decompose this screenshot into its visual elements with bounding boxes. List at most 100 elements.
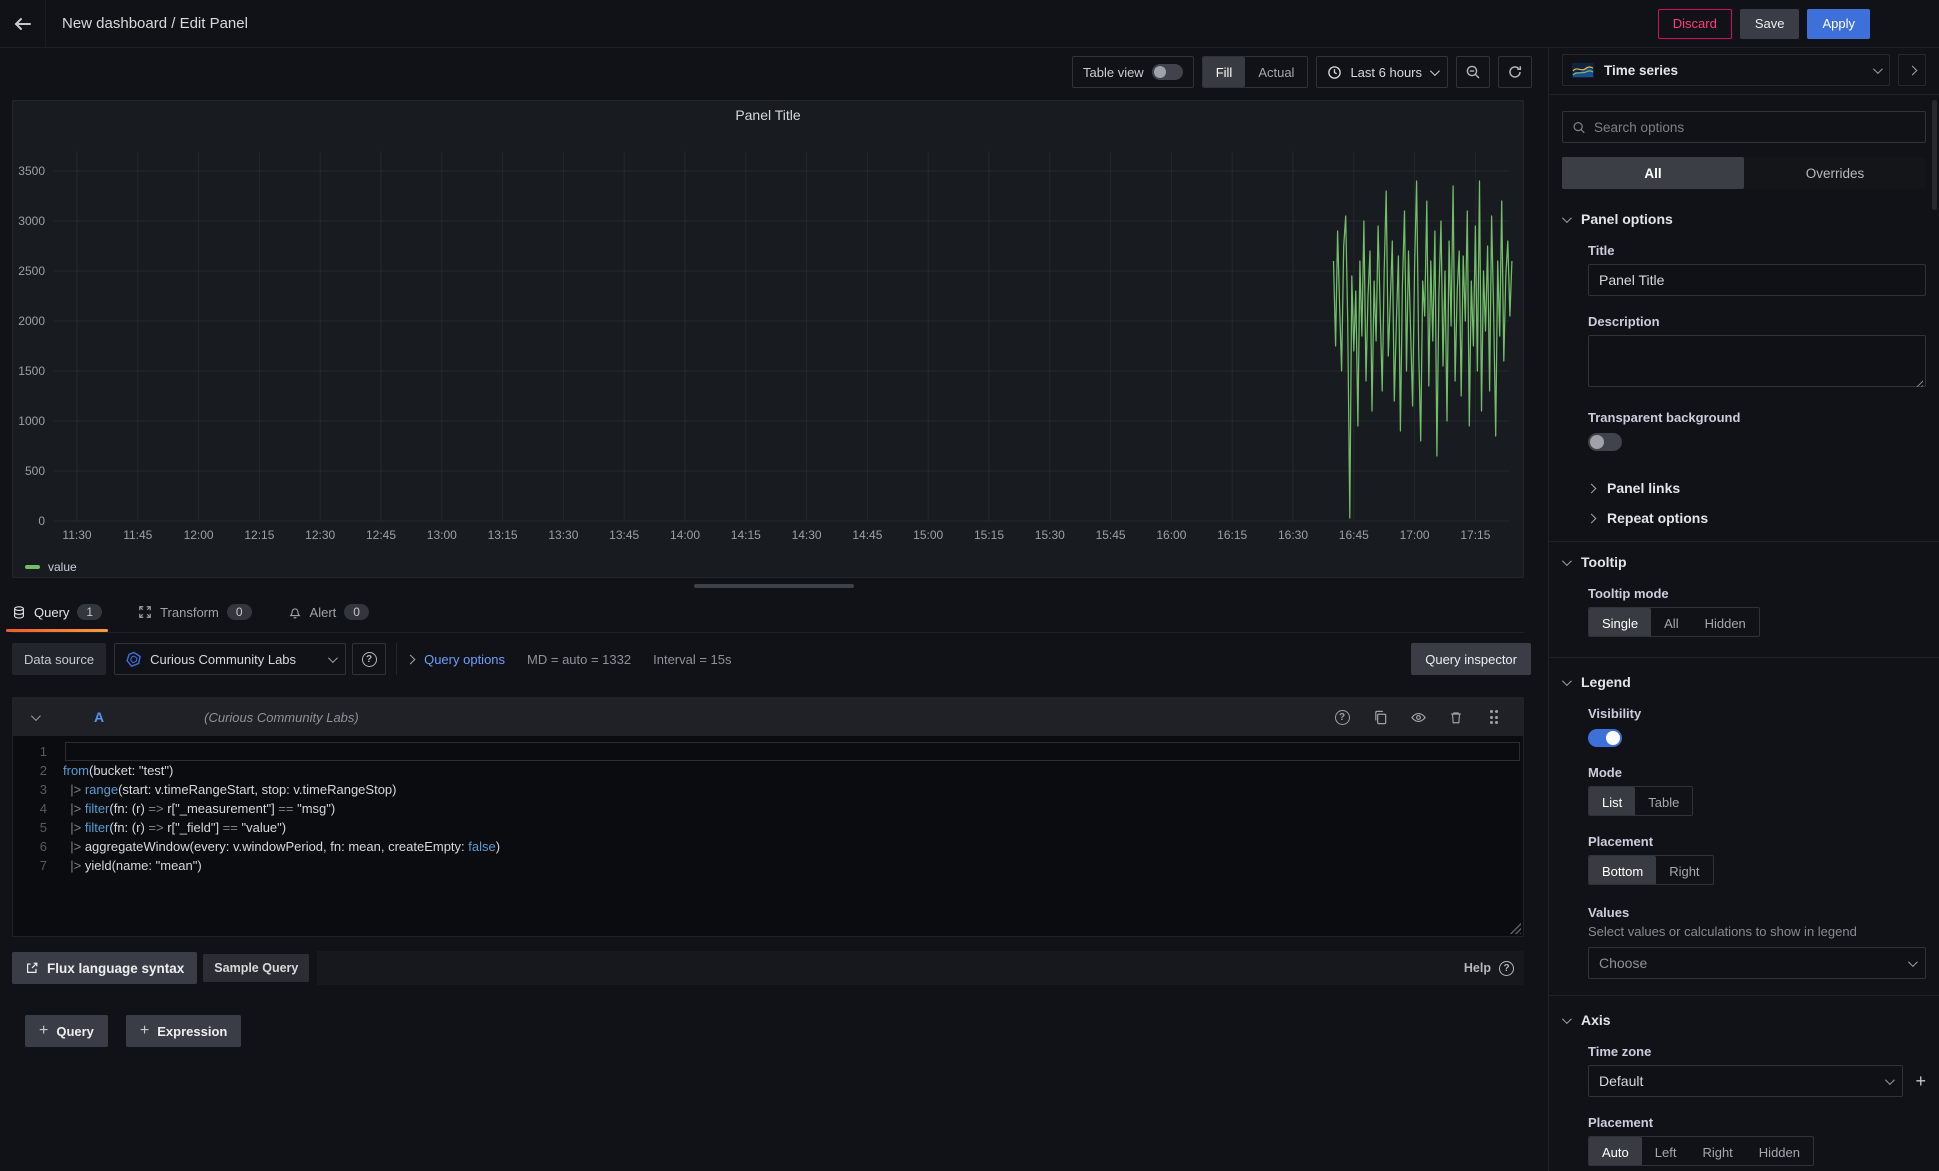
code-text: |> filter(fn: (r) => r["_measurement"] =… (63, 799, 335, 818)
legend-series-swatch (25, 565, 40, 569)
flux-syntax-button[interactable]: Flux language syntax (12, 952, 197, 984)
current-line-highlight (65, 742, 1520, 761)
drag-query-handle[interactable] (1483, 706, 1505, 728)
editor-resize-corner[interactable] (1509, 922, 1521, 934)
legend-series-label[interactable]: value (48, 560, 77, 574)
option-table[interactable]: Table (1635, 787, 1692, 816)
options-tab-overrides[interactable]: Overrides (1744, 157, 1926, 189)
options-search (1562, 111, 1926, 143)
chevron-right-icon (1587, 513, 1597, 523)
panel-resize-handle[interactable] (694, 584, 854, 588)
collapse-sidebar-button[interactable] (1898, 54, 1926, 86)
option-right[interactable]: Right (1689, 1137, 1745, 1166)
line-number: 6 (13, 837, 63, 856)
svg-text:12:45: 12:45 (366, 528, 396, 542)
save-button[interactable]: Save (1740, 9, 1800, 39)
influxdb-logo-icon (125, 651, 142, 668)
add-expression-button[interactable]: + Expression (126, 1015, 241, 1047)
tab-alert-count: 0 (344, 604, 369, 620)
tab-alert[interactable]: Alert 0 (288, 592, 369, 632)
hide-query-button[interactable] (1407, 706, 1429, 728)
option-hidden[interactable]: Hidden (1692, 608, 1759, 637)
discard-button[interactable]: Discard (1658, 9, 1732, 39)
timezone-select[interactable]: Default (1588, 1065, 1903, 1097)
repeat-options-row[interactable]: Repeat options (1588, 503, 1926, 533)
chart-legend: value (13, 556, 1523, 578)
collapse-query-icon[interactable] (31, 711, 41, 721)
panel-links-row[interactable]: Panel links (1588, 473, 1926, 503)
table-view-label: Table view (1083, 65, 1144, 80)
svg-text:3500: 3500 (18, 164, 45, 178)
section-axis[interactable]: Axis (1562, 1012, 1926, 1028)
code-line: 3 |> range(start: v.timeRangeStart, stop… (13, 780, 1523, 799)
code-text: |> aggregateWindow(every: v.windowPeriod… (63, 837, 500, 856)
help-icon (1499, 961, 1514, 976)
svg-text:14:45: 14:45 (852, 528, 882, 542)
tab-query[interactable]: Query 1 (12, 592, 102, 632)
panel-title-input[interactable] (1588, 264, 1926, 296)
axis-placement-segmented: AutoLeftRightHidden (1588, 1136, 1814, 1166)
add-timezone-button[interactable]: + (1915, 1072, 1926, 1090)
search-input[interactable] (1594, 120, 1916, 135)
visualization-select[interactable]: Time series (1562, 54, 1890, 86)
datasource-help-button[interactable] (352, 643, 386, 675)
chevron-down-icon (1908, 957, 1918, 967)
timezone-value: Default (1599, 1073, 1885, 1089)
tooltip-body: Tooltip mode SingleAllHidden (1562, 586, 1926, 637)
breadcrumb: New dashboard / Edit Panel (62, 15, 248, 32)
option-actual[interactable]: Actual (1245, 57, 1307, 87)
option-hidden[interactable]: Hidden (1746, 1137, 1813, 1166)
option-all[interactable]: All (1651, 608, 1691, 637)
svg-text:11:30: 11:30 (62, 528, 91, 542)
query-options-toggle[interactable]: Query options (407, 652, 505, 667)
divider (396, 643, 397, 675)
apply-button[interactable]: Apply (1807, 9, 1870, 39)
option-left[interactable]: Left (1642, 1137, 1690, 1166)
help-button[interactable]: Help (1464, 961, 1491, 975)
svg-text:3000: 3000 (18, 214, 45, 228)
section-panel-options[interactable]: Panel options (1562, 211, 1926, 227)
option-bottom[interactable]: Bottom (1589, 856, 1656, 885)
duplicate-query-button[interactable] (1369, 706, 1391, 728)
plus-icon: + (39, 1022, 48, 1040)
description-textarea[interactable] (1588, 335, 1926, 387)
svg-text:15:00: 15:00 (913, 528, 943, 542)
legend-mode-segmented: ListTable (1588, 786, 1693, 816)
sample-query-button[interactable]: Sample Query (203, 954, 309, 982)
refresh-button[interactable] (1498, 56, 1532, 88)
svg-text:15:30: 15:30 (1035, 528, 1065, 542)
grafana-edit-panel: New dashboard / Edit Panel Discard Save … (0, 0, 1939, 1171)
flux-code-editor[interactable]: 12from(bucket: "test")3 |> range(start: … (13, 736, 1523, 936)
option-list[interactable]: List (1589, 787, 1635, 816)
table-view-toggle[interactable] (1152, 64, 1183, 80)
options-tab-all[interactable]: All (1562, 157, 1744, 189)
section-tooltip[interactable]: Tooltip (1562, 554, 1926, 570)
sidebar-scrollbar[interactable] (1932, 100, 1937, 210)
legend-values-label: Values (1588, 905, 1926, 920)
active-tab-underline (6, 629, 108, 632)
time-series-chart[interactable]: 050010001500200025003000350011:3011:4512… (13, 129, 1523, 553)
option-auto[interactable]: Auto (1589, 1137, 1642, 1166)
query-ref-id[interactable]: A (94, 709, 104, 725)
section-legend[interactable]: Legend (1562, 674, 1926, 690)
divider (1549, 995, 1939, 996)
option-right[interactable]: Right (1656, 856, 1712, 885)
option-single[interactable]: Single (1589, 608, 1651, 637)
add-query-button[interactable]: + Query (25, 1015, 108, 1047)
query-inspector-button[interactable]: Query inspector (1411, 643, 1531, 675)
legend-values-select[interactable]: Choose (1588, 947, 1926, 979)
option-fill[interactable]: Fill (1203, 57, 1246, 87)
query-help-button[interactable] (1331, 706, 1353, 728)
back-button[interactable] (0, 0, 46, 48)
transparent-bg-toggle[interactable] (1588, 433, 1622, 451)
add-query-label: Query (56, 1024, 94, 1039)
time-range-picker[interactable]: Last 6 hours (1316, 56, 1448, 88)
tab-transform[interactable]: Transform 0 (138, 592, 251, 632)
legend-visibility-toggle[interactable] (1588, 729, 1622, 747)
zoom-out-button[interactable] (1456, 56, 1490, 88)
svg-text:12:15: 12:15 (244, 528, 274, 542)
delete-query-button[interactable] (1445, 706, 1467, 728)
tooltip-mode-segmented: SingleAllHidden (1588, 607, 1760, 637)
datasource-select[interactable]: Curious Community Labs (114, 643, 346, 675)
line-number: 2 (13, 761, 63, 780)
